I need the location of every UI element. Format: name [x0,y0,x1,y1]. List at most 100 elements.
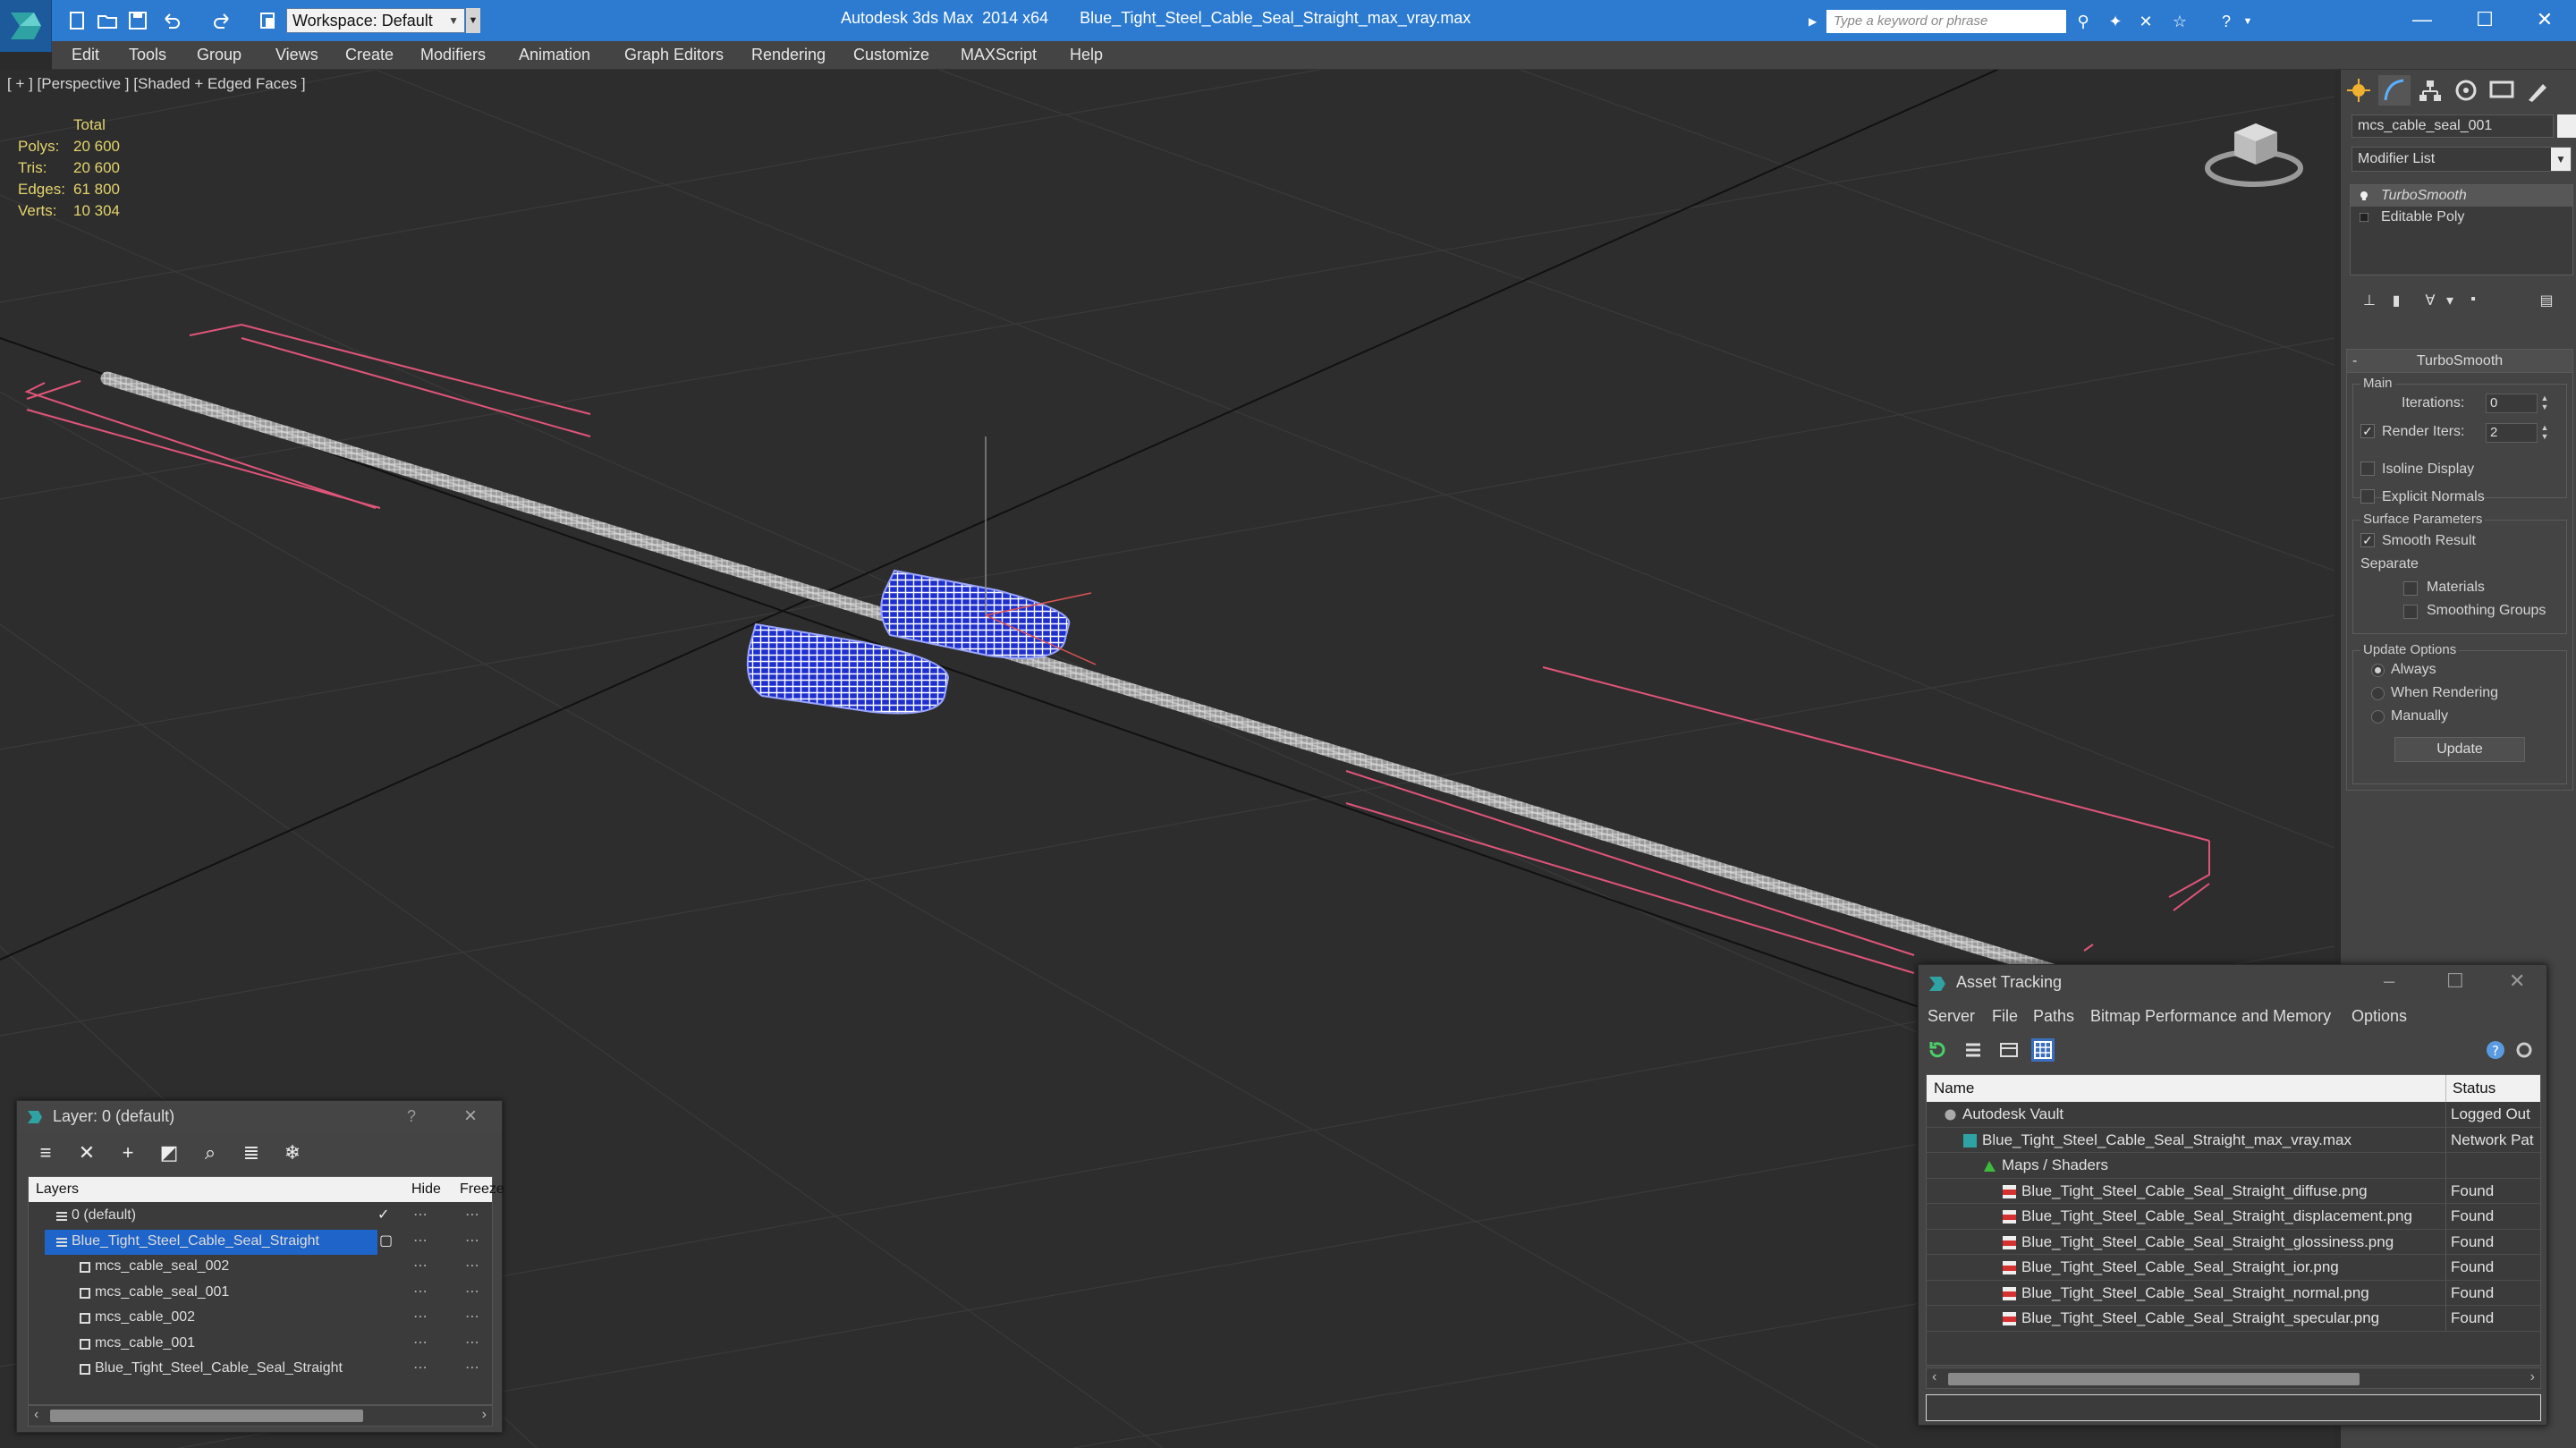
undo-icon[interactable] [161,10,182,31]
object-color-swatch[interactable] [2557,114,2576,138]
asset-row[interactable]: Autodesk Vault Logged Out [1927,1102,2540,1128]
freeze-toggle[interactable]: ⋯ [465,1232,479,1249]
asset-menu-server[interactable]: Server [1928,1007,1975,1026]
delete-layer-icon[interactable]: ✕ [76,1142,97,1164]
hide-toggle[interactable]: ⋯ [413,1206,428,1224]
open-folder-icon[interactable] [97,10,118,31]
freeze-all-layers-icon[interactable]: ❄ [282,1142,303,1164]
isoline-display-checkbox[interactable] [2360,461,2375,476]
menu-animation[interactable]: Animation [519,46,590,64]
manually-radio[interactable] [2371,710,2385,724]
modify-tab-icon[interactable] [2378,75,2411,106]
configure-modifier-sets-icon[interactable]: ▤ [2538,292,2555,309]
stack-item-turbosmooth[interactable]: TurboSmooth [2351,185,2572,207]
column-header-status[interactable]: Status [2453,1080,2496,1097]
active-layer-check-icon[interactable]: ✓ [377,1206,389,1224]
explicit-normals-checkbox[interactable] [2360,489,2375,504]
smooth-result-checkbox[interactable]: ✓ [2360,533,2375,547]
asset-menu-file[interactable]: File [1992,1007,2018,1026]
favorites-star-icon[interactable]: ☆ [2170,12,2190,31]
viewcube-icon[interactable] [2200,113,2308,193]
pin-stack-icon[interactable]: ⊥ [2360,292,2378,309]
object-name-field[interactable]: mcs_cable_seal_001 [2351,114,2554,138]
menu-create[interactable]: Create [345,46,394,64]
stack-item-editable-poly[interactable]: Editable Poly [2351,207,2572,228]
column-header-freeze[interactable]: Freeze [460,1181,504,1198]
hide-toggle[interactable]: ⋯ [413,1232,428,1249]
delete-icon[interactable]: ▪ [2464,292,2482,309]
menu-tools[interactable]: Tools [129,46,166,64]
asset-window-titlebar[interactable]: Asset Tracking – ☐ ✕ [1919,965,2546,1001]
viewport-label[interactable]: [ + ] [Perspective ] [Shaded + Edged Fac… [7,75,306,93]
scroll-right-icon[interactable]: › [2530,1369,2535,1385]
menu-group[interactable]: Group [197,46,242,64]
table-view-icon[interactable] [2031,1038,2055,1062]
lightbulb-icon[interactable] [2360,191,2368,200]
hide-toggle[interactable]: ⋯ [413,1283,428,1300]
close-icon[interactable]: × [464,1104,477,1129]
asset-row[interactable]: Maps / Shaders [1927,1153,2540,1179]
column-divider[interactable] [2445,1075,2446,1102]
help-icon[interactable]: ? [2484,1038,2507,1062]
column-header-name[interactable]: Name [1934,1080,1974,1097]
layer-row[interactable]: 0 (default) ✓ ⋯ ⋯ [29,1204,492,1229]
rollout-header[interactable]: - TurboSmooth [2347,350,2572,373]
list-view-icon[interactable] [1962,1038,1985,1062]
render-iters-spinner[interactable]: 2 [2486,423,2538,443]
scroll-thumb[interactable] [1948,1373,2360,1385]
asset-row[interactable]: Blue_Tight_Steel_Cable_Seal_Straight_dif… [1927,1178,2540,1204]
menu-edit[interactable]: Edit [72,46,99,64]
binoculars-icon[interactable]: ⚲ [2073,12,2093,31]
select-objects-icon[interactable]: ◩ [158,1142,180,1164]
menu-help[interactable]: Help [1070,46,1103,64]
asset-menu-paths[interactable]: Paths [2033,1007,2074,1026]
scroll-thumb[interactable] [50,1410,363,1422]
hide-toggle[interactable]: ⋯ [413,1334,428,1351]
new-file-icon[interactable] [66,10,88,31]
freeze-toggle[interactable]: ⋯ [465,1283,479,1300]
refresh-icon[interactable] [1926,1038,1949,1062]
column-header-hide[interactable]: Hide [411,1181,441,1198]
menu-modifiers[interactable]: Modifiers [420,46,486,64]
display-tab-icon[interactable] [2486,75,2518,106]
add-to-layer-icon[interactable]: + [117,1142,139,1164]
layer-row[interactable]: mcs_cable_seal_002 ⋯ ⋯ [29,1255,492,1280]
menu-rendering[interactable]: Rendering [751,46,826,64]
layer-row[interactable]: mcs_cable_001 ⋯ ⋯ [29,1332,492,1357]
layer-row[interactable]: mcs_cable_002 ⋯ ⋯ [29,1306,492,1331]
scroll-right-icon[interactable]: › [482,1407,487,1423]
highlight-layer-icon[interactable]: ⌕ [199,1142,221,1164]
subscription-icon[interactable]: ✦ [2106,12,2125,31]
maximize-button[interactable]: ☐ [2453,0,2516,39]
asset-row[interactable]: Blue_Tight_Steel_Cable_Seal_Straight_spe… [1927,1306,2540,1332]
search-expand-icon[interactable]: ▶ [1809,11,1823,32]
freeze-toggle[interactable]: ⋯ [465,1206,479,1224]
save-icon[interactable] [127,10,148,31]
layer-window-titlebar[interactable]: Layer: 0 (default) ? × [17,1101,502,1131]
freeze-toggle[interactable]: ⋯ [465,1257,479,1274]
asset-menu-bitmap-performance[interactable]: Bitmap Performance and Memory [2090,1007,2331,1026]
column-header-layers[interactable]: Layers [36,1181,79,1198]
menu-customize[interactable]: Customize [853,46,929,64]
redo-icon[interactable] [211,10,233,31]
help-icon[interactable]: ? [407,1107,416,1126]
asset-row[interactable]: Blue_Tight_Steel_Cable_Seal_Straight_nor… [1927,1280,2540,1306]
set-current-layer-icon[interactable]: ▢ [379,1232,393,1249]
layer-row[interactable]: mcs_cable_seal_001 ⋯ ⋯ [29,1281,492,1306]
render-iters-checkbox[interactable]: ✓ [2360,424,2375,438]
spinner-arrows-icon[interactable]: ▲ ▼ [2539,394,2550,413]
layer-row[interactable]: Blue_Tight_Steel_Cable_Seal_Straight ⋯ ⋯ [29,1357,492,1382]
hide-all-layers-icon[interactable]: ≣ [241,1142,262,1164]
always-radio[interactable] [2371,664,2385,677]
smoothing-groups-checkbox[interactable] [2403,605,2418,619]
close-icon[interactable]: ✕ [2509,970,2525,993]
show-end-result-icon[interactable]: ▮ [2387,292,2405,309]
motion-tab-icon[interactable] [2450,75,2482,106]
help-dropdown-icon[interactable]: ▼ [2238,12,2258,31]
iterations-spinner[interactable]: 0 [2486,394,2538,413]
materials-checkbox[interactable] [2403,581,2418,596]
freeze-toggle[interactable]: ⋯ [465,1359,479,1376]
utilities-tab-icon[interactable] [2521,75,2554,106]
hide-toggle[interactable]: ⋯ [413,1257,428,1274]
create-layer-icon[interactable]: ≡ [35,1142,56,1164]
